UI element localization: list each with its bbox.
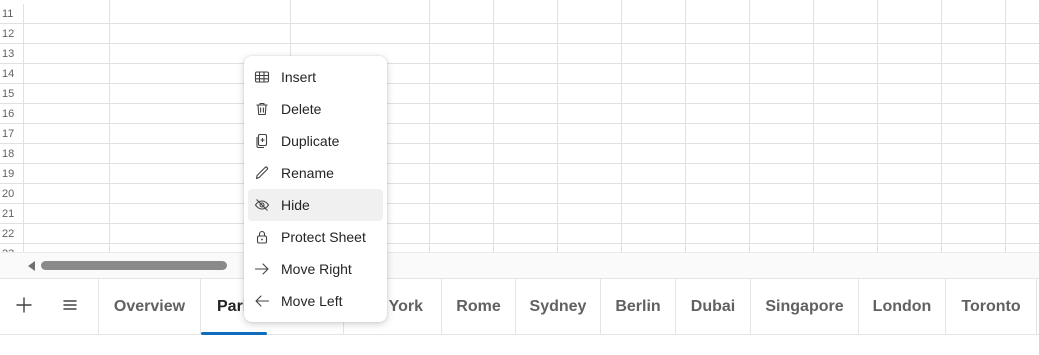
grid-row[interactable]: 14 xyxy=(0,64,1039,84)
row-number[interactable]: 16 xyxy=(0,104,24,124)
menu-item-duplicate[interactable]: Duplicate xyxy=(248,125,383,157)
arrow-right-icon xyxy=(253,260,271,278)
row-number[interactable]: 23 xyxy=(0,244,24,252)
grid-row[interactable]: 11 xyxy=(0,4,1039,24)
sheet-tab-label: Rome xyxy=(456,298,501,315)
sheet-tab[interactable]: Toronto xyxy=(945,279,1037,335)
add-sheet-button[interactable] xyxy=(0,279,48,335)
sheet-tab-label: Berlin xyxy=(615,298,661,315)
menu-item-hide[interactable]: Hide xyxy=(248,189,383,221)
sheet-tab-label: Toronto xyxy=(961,298,1021,315)
pencil-icon xyxy=(253,164,271,182)
menu-item-label: Duplicate xyxy=(281,133,340,149)
grid-row[interactable]: 17 xyxy=(0,124,1039,144)
grid-row[interactable]: 15 xyxy=(0,84,1039,104)
row-number[interactable]: 14 xyxy=(0,64,24,84)
grid-row[interactable]: 19 xyxy=(0,164,1039,184)
menu-item-label: Move Left xyxy=(281,293,343,309)
menu-item-insert[interactable]: Insert xyxy=(248,61,383,93)
row-number[interactable]: 11 xyxy=(0,4,24,24)
grid-row[interactable]: 18 xyxy=(0,144,1039,164)
all-sheets-button[interactable] xyxy=(46,279,94,335)
menu-item-delete[interactable]: Delete xyxy=(248,93,383,125)
menu-item-move-right[interactable]: Move Right xyxy=(248,253,383,285)
sheet-tab-label: Dubai xyxy=(690,298,736,315)
sheet-tab[interactable]: Sydney xyxy=(515,279,600,335)
sheet-grid[interactable]: 11 12 13 14 15 16 17 18 19 20 21 22 23 xyxy=(0,0,1039,252)
insert-table-icon xyxy=(253,68,271,86)
menu-item-label: Delete xyxy=(281,101,322,117)
sheet-tab-bar: Overview Paris New York Rome Sydney Berl… xyxy=(0,278,1039,335)
sheet-tab-label: Sydney xyxy=(529,298,587,315)
lock-icon xyxy=(253,228,271,246)
scroll-thumb[interactable] xyxy=(41,261,227,270)
sheet-tab-label: Singapore xyxy=(765,298,844,315)
sheet-tab[interactable]: Rome xyxy=(441,279,515,335)
row-number[interactable]: 18 xyxy=(0,144,24,164)
sheet-tab[interactable]: Singapore xyxy=(750,279,858,335)
grid-row[interactable]: 13 xyxy=(0,44,1039,64)
row-number[interactable]: 12 xyxy=(0,24,24,44)
menu-item-label: Move Right xyxy=(281,261,352,277)
row-number[interactable]: 19 xyxy=(0,164,24,184)
row-number[interactable]: 17 xyxy=(0,124,24,144)
menu-item-label: Insert xyxy=(281,69,317,85)
horizontal-scrollbar[interactable] xyxy=(0,252,1039,278)
menu-item-label: Hide xyxy=(281,197,310,213)
plus-icon xyxy=(15,296,33,319)
sheet-context-menu: Insert Delete Duplicate Rename Hide Prot… xyxy=(244,56,387,322)
sheet-tab-label: London xyxy=(872,298,932,315)
scroll-left-arrow-icon[interactable] xyxy=(28,261,35,271)
arrow-left-icon xyxy=(253,292,271,310)
menu-item-protect-sheet[interactable]: Protect Sheet xyxy=(248,221,383,253)
eye-off-icon xyxy=(253,196,271,214)
duplicate-icon xyxy=(253,132,271,150)
sheet-tab[interactable]: Berlin xyxy=(600,279,675,335)
row-number[interactable]: 21 xyxy=(0,204,24,224)
row-number[interactable]: 13 xyxy=(0,44,24,64)
grid-row[interactable]: 22 xyxy=(0,224,1039,244)
sheet-tab[interactable]: London xyxy=(858,279,945,335)
grid-row[interactable]: 12 xyxy=(0,24,1039,44)
row-number[interactable]: 15 xyxy=(0,84,24,104)
sheet-tab[interactable]: Overview xyxy=(98,279,200,335)
menu-item-label: Protect Sheet xyxy=(281,229,366,245)
grid-row[interactable]: 20 xyxy=(0,184,1039,204)
menu-item-rename[interactable]: Rename xyxy=(248,157,383,189)
grid-row[interactable]: 23 xyxy=(0,244,1039,252)
row-number[interactable]: 22 xyxy=(0,224,24,244)
sheet-tab[interactable]: Dubai xyxy=(675,279,750,335)
sheet-tab-label: Overview xyxy=(113,298,186,315)
grid-row[interactable]: 16 xyxy=(0,104,1039,124)
trash-icon xyxy=(253,100,271,118)
menu-item-move-left[interactable]: Move Left xyxy=(248,285,383,317)
menu-item-label: Rename xyxy=(281,165,334,181)
menu-icon xyxy=(62,297,78,318)
grid-row[interactable]: 21 xyxy=(0,204,1039,224)
spreadsheet-app: 11 12 13 14 15 16 17 18 19 20 21 22 23 O… xyxy=(0,0,1039,355)
row-number[interactable]: 20 xyxy=(0,184,24,204)
active-tab-indicator xyxy=(201,332,267,335)
